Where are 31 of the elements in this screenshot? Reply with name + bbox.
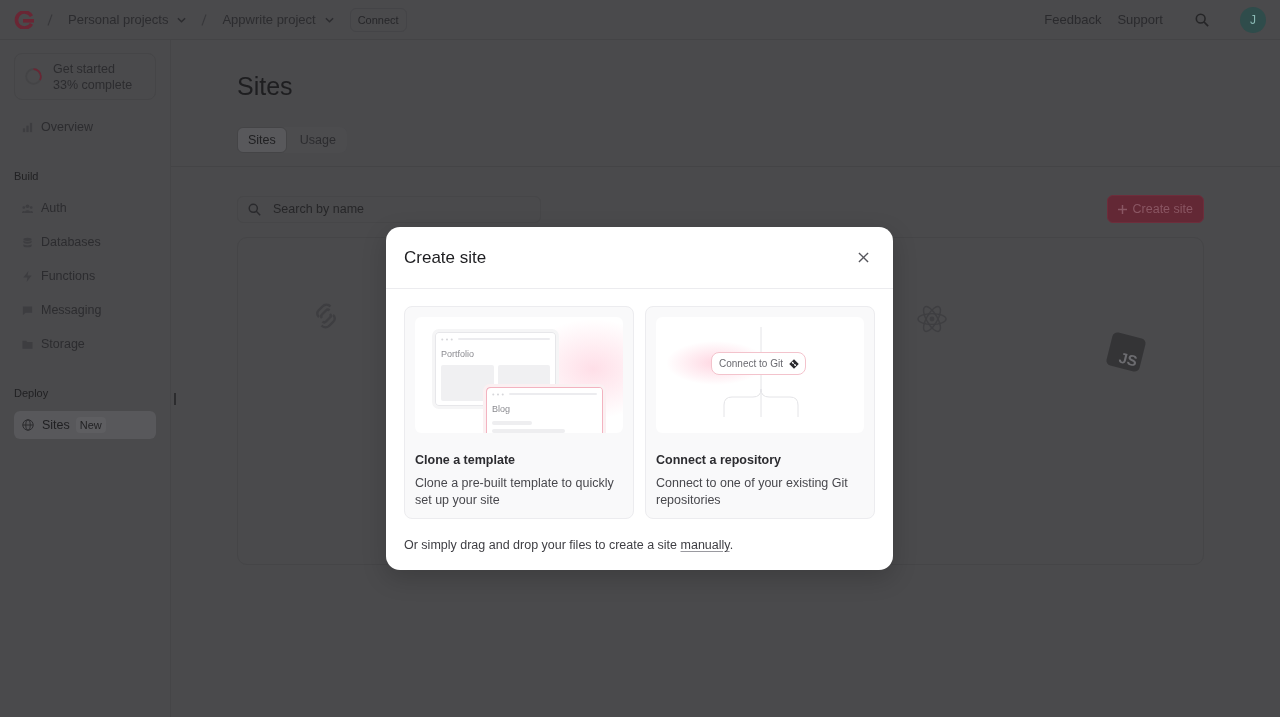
dialog-title: Create site: [404, 247, 487, 268]
new-badge: New: [75, 417, 106, 433]
pill-label: Connect to Git: [719, 358, 783, 369]
window-label: Portfolio: [441, 349, 476, 360]
close-button[interactable]: [858, 252, 869, 263]
search-button[interactable]: [1195, 12, 1209, 27]
option-title: Clone a template: [415, 452, 517, 468]
option-card[interactable]: Connect to Git Connect a repository Connect to one of your existing Git repositories: [645, 306, 875, 519]
window-label: Blog: [492, 404, 511, 415]
option-description: Connect to one of your existing Git repositories: [656, 475, 849, 509]
chevron-down-icon: [177, 16, 187, 23]
plus-icon: [1117, 204, 1127, 214]
search-icon: [248, 202, 261, 216]
logo-icon[interactable]: [14, 10, 34, 29]
window-dots-icon: [492, 392, 504, 396]
chevron-down-icon: [324, 16, 334, 23]
content-block: [441, 365, 494, 401]
logo-tile: JS: [1105, 331, 1147, 373]
manually-link[interactable]: manually: [680, 538, 730, 552]
tab[interactable]: Sites: [237, 127, 287, 153]
close-icon: [858, 252, 869, 263]
option-title: Connect a repository: [656, 452, 783, 468]
search-icon: [1195, 12, 1209, 27]
user-avatar[interactable]: J: [1240, 6, 1266, 33]
sidebar-item[interactable]: Sites New: [14, 411, 156, 439]
option-card[interactable]: Portfolio Blog Clone a template Clone a pre-built template to quickly set up your site: [404, 306, 634, 519]
git-icon: [788, 358, 799, 369]
globe-icon: [22, 419, 34, 431]
footer-note: Or simply drag and drop your files to create a site manually.: [404, 537, 735, 554]
window-dots-icon: [441, 337, 453, 341]
option-description: Clone a pre-built template to quickly set up your site: [415, 475, 615, 509]
